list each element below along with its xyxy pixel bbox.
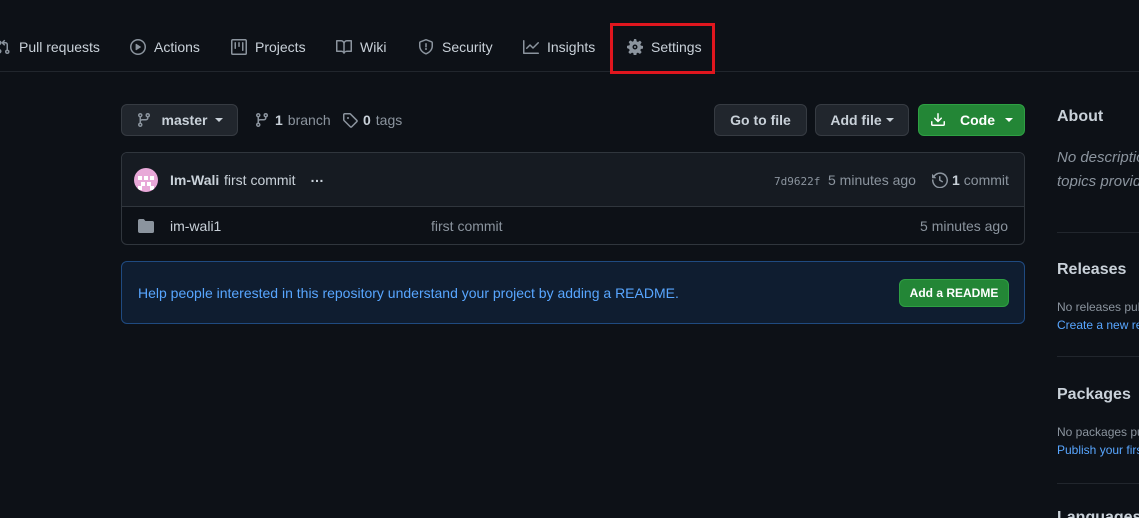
tab-label: Projects [255, 39, 306, 55]
about-description: No description, website, or topics provi… [1057, 149, 1139, 190]
tab-projects[interactable]: Projects [231, 35, 306, 59]
commit-count: 1 [952, 172, 960, 188]
chevron-down-icon [885, 118, 894, 122]
book-icon [336, 40, 352, 54]
avatar[interactable] [134, 168, 158, 192]
branch-icon [137, 112, 150, 128]
create-release-link[interactable]: Create a new release [1057, 318, 1139, 332]
shield-icon [419, 39, 433, 55]
pull-request-icon [0, 39, 10, 54]
tab-label: Wiki [360, 39, 387, 55]
tab-label: Actions [154, 39, 200, 55]
code-button[interactable]: Code [918, 104, 1025, 136]
repo-sidebar: About No description, website, or topics… [1057, 0, 1139, 518]
file-list: Im-Wali first commit … 7d9622f 5 minutes… [121, 152, 1025, 245]
download-icon [931, 113, 945, 126]
tab-security[interactable]: Security [418, 35, 493, 59]
go-to-file-button[interactable]: Go to file [714, 104, 807, 136]
divider [1057, 232, 1139, 233]
add-readme-label: Add a README [909, 286, 999, 300]
tab-label: Insights [547, 39, 596, 55]
latest-commit-row: Im-Wali first commit … 7d9622f 5 minutes… [122, 153, 1024, 207]
languages-heading: Languages [1057, 509, 1139, 518]
project-icon [231, 39, 247, 55]
file-commit-message-link[interactable]: first commit [431, 218, 503, 234]
tag-count: 0 [363, 112, 371, 128]
tab-label: Settings [651, 39, 702, 55]
commit-message-link[interactable]: first commit [224, 172, 296, 188]
tab-label: Pull requests [19, 39, 100, 55]
commit-author-link[interactable]: Im-Wali [170, 172, 219, 188]
tab-label: Security [442, 39, 493, 55]
add-readme-button[interactable]: Add a README [899, 279, 1009, 307]
chevron-down-icon [1005, 118, 1013, 122]
go-to-file-label: Go to file [730, 112, 791, 128]
code-label: Code [960, 112, 995, 128]
readme-banner-text: Help people interested in this repositor… [138, 285, 679, 301]
branch-name: master [161, 112, 208, 128]
branch-select-button[interactable]: master [121, 104, 238, 136]
tag-word: tags [375, 112, 403, 128]
tab-actions[interactable]: Actions [130, 35, 200, 59]
commit-sha-link[interactable]: 7d9622f [774, 175, 820, 188]
about-heading: About [1057, 108, 1104, 125]
add-file-button[interactable]: Add file [815, 104, 909, 136]
releases-empty-text: No releases published [1057, 300, 1139, 314]
readme-banner: Help people interested in this repositor… [121, 261, 1025, 324]
tab-pull-requests[interactable]: Pull requests [0, 35, 100, 59]
tag-icon [343, 113, 358, 128]
divider [1057, 356, 1139, 357]
branch-count: 1 [275, 112, 283, 128]
repo-nav: Pull requests Actions Projects Wiki Secu… [0, 0, 1139, 74]
file-time: 5 minutes ago [920, 218, 1008, 234]
tags-link[interactable]: 0 tags [342, 110, 402, 130]
gear-icon [627, 39, 643, 55]
branches-link[interactable]: 1 branch [254, 110, 331, 130]
commit-word: commit [963, 172, 1009, 188]
branch-word: branch [287, 112, 331, 128]
file-name-link[interactable]: im-wali1 [170, 218, 221, 234]
branch-icon [256, 112, 268, 128]
history-icon [932, 172, 948, 188]
tab-wiki[interactable]: Wiki [336, 35, 386, 59]
repo-page: Pull requests Actions Projects Wiki Secu… [0, 0, 1139, 518]
graph-icon [523, 40, 539, 54]
publish-package-link[interactable]: Publish your first package [1057, 443, 1139, 457]
folder-icon [138, 218, 154, 234]
packages-empty-text: No packages published [1057, 425, 1139, 439]
commit-history-link[interactable]: 1 commit [932, 172, 1009, 188]
add-file-label: Add file [830, 112, 882, 128]
tab-insights[interactable]: Insights [523, 35, 595, 59]
commit-time: 5 minutes ago [828, 172, 916, 188]
releases-heading[interactable]: Releases [1057, 261, 1126, 279]
commit-expand-button[interactable]: … [308, 169, 326, 189]
packages-heading[interactable]: Packages [1057, 386, 1131, 404]
chevron-down-icon [215, 118, 224, 122]
tab-settings[interactable]: Settings [627, 35, 702, 59]
play-icon [130, 39, 146, 55]
table-row[interactable]: im-wali1 first commit 5 minutes ago [122, 207, 1024, 244]
divider [1057, 483, 1139, 484]
